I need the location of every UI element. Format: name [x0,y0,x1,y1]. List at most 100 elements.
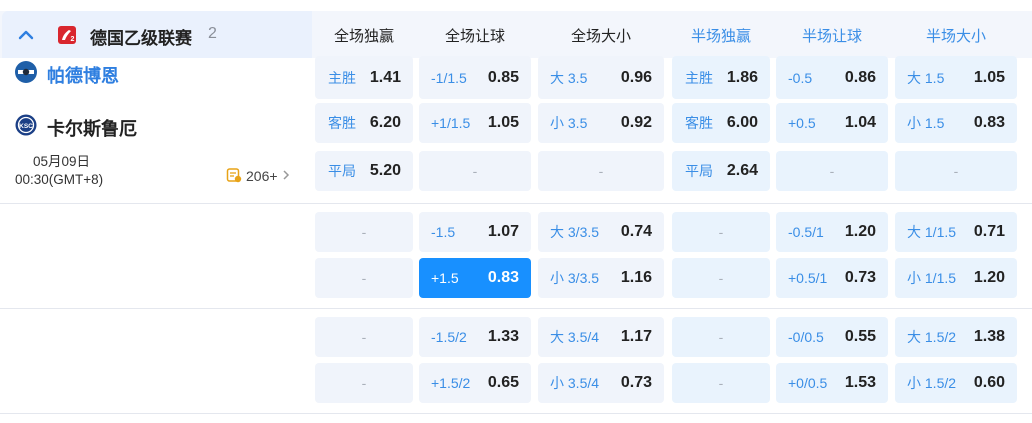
odds-cell-full-total[interactable]: 大 3.5 0.96 [538,56,664,99]
odds-line-label: 平局 [328,163,356,179]
odds-cell-half-total[interactable]: 小 1.5 0.83 [895,103,1017,143]
odds-cell-full-handicap[interactable]: +1/1.5 1.05 [419,103,531,143]
odds-line-label: -0.5/1 [788,224,824,240]
odds-cell-half-handicap[interactable]: -0.5 0.86 [776,56,888,99]
odds-line-label: 大 3.5 [550,69,588,86]
odds-cell-full-total[interactable]: 大 3/3.5 0.74 [538,212,664,252]
odds-cell-full-1x2[interactable]: 主胜 1.41 [315,56,413,99]
odds-value: 0.65 [487,374,519,391]
away-team-name[interactable]: 卡尔斯鲁厄 [47,115,137,141]
column-header-half-handicap: 半场让球 [801,28,862,45]
odds-line-label: 客胜 [685,115,713,131]
chevron-right-icon [282,168,290,184]
odds-cell-full-1x2: - [315,258,413,298]
odds-cell-half-handicap[interactable]: +0/0.5 1.53 [776,363,888,403]
odds-cell-full-handicap[interactable]: -1.5 1.07 [419,212,531,252]
odds-cell-half-total[interactable]: 小 1/1.5 1.20 [895,258,1017,298]
odds-line-label: 小 1.5 [907,115,945,131]
odds-line-label: 小 1/1.5 [907,270,957,286]
odds-cell-half-1x2[interactable]: 客胜 6.00 [672,103,770,143]
odds-cell-full-1x2: - [315,317,413,357]
column-header-full-total: 全场大小 [570,28,631,45]
odds-cell-half-total[interactable]: 大 1.5 1.05 [895,56,1017,99]
odds-value: 0.85 [487,68,519,86]
odds-line-label: -1.5/2 [431,329,467,345]
odds-line-label: 主胜 [328,69,356,86]
odds-cell-half-1x2[interactable]: 主胜 1.86 [672,56,770,99]
odds-unavailable: - [718,224,724,240]
odds-line-label: 大 1.5/2 [907,329,957,345]
home-team-name[interactable]: 帕德博恩 [47,62,119,88]
odds-value: 1.33 [487,328,519,345]
odds-cell-half-1x2: - [672,317,770,357]
odds-cell-full-handicap[interactable]: -1/1.5 0.85 [419,56,531,99]
odds-cell-half-1x2: - [672,212,770,252]
odds-value: 0.74 [620,223,652,240]
odds-cell-full-total[interactable]: 小 3.5 0.92 [538,103,664,143]
odds-unavailable: - [472,163,478,179]
odds-value: 1.53 [844,374,876,391]
odds-unavailable: - [718,329,724,345]
odds-value: 0.92 [620,114,652,131]
odds-value: 1.41 [369,68,401,86]
odds-line-label: +1/1.5 [431,115,471,131]
chevron-up-icon[interactable] [14,23,38,47]
odds-line-label: 大 3.5/4 [550,329,600,345]
odds-cell-full-handicap[interactable]: +1.5/2 0.65 [419,363,531,403]
odds-cell-half-total[interactable]: 小 1.5/2 0.60 [895,363,1017,403]
odds-line-label: +1.5 [431,270,459,286]
odds-cell-half-handicap: - [776,151,888,191]
odds-cell-full-total[interactable]: 大 3.5/4 1.17 [538,317,664,357]
svg-text:KSC: KSC [19,123,33,130]
bundesliga-2-logo-icon: 2 [57,25,77,45]
odds-unavailable: - [598,163,604,179]
odds-line-label: +1.5/2 [431,375,471,391]
odds-cell-half-handicap[interactable]: +0.5 1.04 [776,103,888,143]
odds-cell-half-handicap[interactable]: -0/0.5 0.55 [776,317,888,357]
svg-text:2: 2 [71,36,75,43]
odds-cell-full-total: - [538,151,664,191]
odds-value: 0.71 [973,223,1005,240]
odds-cell-half-total[interactable]: 大 1/1.5 0.71 [895,212,1017,252]
odds-line-label: 大 3/3.5 [550,224,600,240]
odds-line-label: -1/1.5 [431,69,467,86]
odds-line-label: -1.5 [431,224,456,240]
column-header-full-1x2: 全场独赢 [333,28,394,45]
odds-value: 0.96 [620,68,652,86]
odds-cell-half-handicap[interactable]: +0.5/1 0.73 [776,258,888,298]
odds-value: 6.00 [726,114,758,131]
odds-line-label: 大 1/1.5 [907,224,957,240]
odds-unavailable: - [829,163,835,179]
league-name[interactable]: 德国乙级联赛 [90,24,192,49]
odds-line-label: 客胜 [328,115,356,131]
odds-cell-half-total[interactable]: 大 1.5/2 1.38 [895,317,1017,357]
row-divider [0,308,1032,309]
odds-value: 0.86 [844,68,876,86]
odds-line-label: -0.5 [788,69,813,86]
odds-unavailable: - [718,270,724,286]
odds-value: 1.20 [844,223,876,240]
odds-value: 0.73 [620,374,652,391]
odds-cell-half-1x2: - [672,258,770,298]
more-bets-link[interactable]: 206+ [226,166,290,186]
row-divider [0,413,1032,414]
odds-value: 1.20 [973,269,1005,286]
odds-line-label: +0/0.5 [788,375,828,391]
odds-value: 2.64 [726,162,758,179]
odds-cell-full-1x2[interactable]: 平局 5.20 [315,151,413,191]
column-header-half-total: 半场大小 [925,28,986,45]
team-logo-icon: KSC [15,114,37,136]
odds-cell-half-handicap[interactable]: -0.5/1 1.20 [776,212,888,252]
match-date: 05月09日 [33,154,91,169]
odds-cell-full-total[interactable]: 小 3/3.5 1.16 [538,258,664,298]
odds-value: 0.83 [487,269,519,286]
odds-cell-full-1x2: - [315,363,413,403]
odds-line-label: 小 3.5 [550,115,588,131]
odds-cell-full-1x2[interactable]: 客胜 6.20 [315,103,413,143]
odds-cell-full-handicap[interactable]: +1.5 0.83 [419,258,531,298]
odds-line-label: -0/0.5 [788,329,824,345]
odds-cell-half-1x2[interactable]: 平局 2.64 [672,151,770,191]
odds-line-label: 小 3/3.5 [550,270,600,286]
odds-cell-full-total[interactable]: 小 3.5/4 0.73 [538,363,664,403]
odds-cell-full-handicap[interactable]: -1.5/2 1.33 [419,317,531,357]
